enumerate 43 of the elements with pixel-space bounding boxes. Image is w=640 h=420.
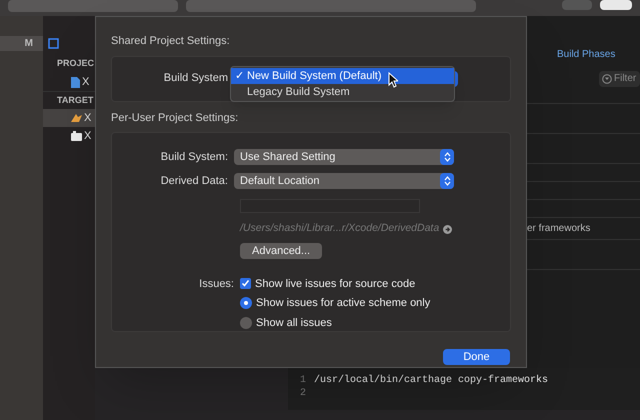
chevrons-icon xyxy=(440,149,454,166)
phase-row-text: er frameworks xyxy=(527,222,590,236)
line-number: 1 xyxy=(298,374,307,388)
menu-item[interactable]: Legacy Build System xyxy=(231,84,454,100)
status-letter: M xyxy=(24,37,33,51)
navigator-item[interactable]: X xyxy=(43,73,95,91)
section-heading: Shared Project Settings: xyxy=(111,34,231,49)
filter-field[interactable]: Filter xyxy=(599,70,640,86)
arrow-circle-icon[interactable] xyxy=(443,224,452,234)
field-label: Build System: xyxy=(160,151,228,163)
field-label: Issues: xyxy=(199,278,234,290)
toolbar-button[interactable] xyxy=(600,0,632,10)
option-label: Show issues for active scheme only xyxy=(256,296,430,311)
line-number: 2 xyxy=(298,387,307,401)
popup-button[interactable]: Use Shared Setting xyxy=(234,149,454,166)
tool-icon xyxy=(71,113,82,123)
option-label: Show all issues xyxy=(256,316,332,330)
section-header: PROJEC xyxy=(57,57,94,70)
cursor-icon xyxy=(388,72,398,88)
popup-button[interactable]: Default Location xyxy=(234,172,454,189)
box-icon xyxy=(71,131,82,141)
panel-icon[interactable] xyxy=(48,38,59,49)
navigator-item[interactable]: X xyxy=(43,127,95,145)
field-label: Derived Data: xyxy=(160,174,228,186)
navigator-item[interactable]: X xyxy=(43,109,95,127)
advanced-button[interactable]: Advanced... xyxy=(240,243,322,259)
chevrons-icon xyxy=(440,172,454,189)
code-line: /usr/local/bin/carthage copy-frameworks xyxy=(314,374,548,388)
done-button[interactable]: Done xyxy=(443,349,510,365)
checkbox[interactable] xyxy=(240,278,251,290)
menu-item[interactable]: ✓ New Build System (Default) xyxy=(231,68,454,84)
document-icon xyxy=(71,76,80,88)
build-phases-tab[interactable]: Build Phases xyxy=(557,49,616,60)
section-header: TARGET xyxy=(57,94,94,107)
radio-button[interactable] xyxy=(240,316,252,329)
sidebar-row[interactable]: M xyxy=(0,36,43,51)
code-editor[interactable]: 1 /usr/local/bin/carthage copy-frameworks 2 xyxy=(288,368,640,410)
section-heading: Per-User Project Settings: xyxy=(111,110,240,126)
field-label: Build System xyxy=(164,72,228,84)
option-label: Show live issues for source code xyxy=(255,276,416,292)
check-mark: ✓ xyxy=(235,70,244,82)
radio-button[interactable] xyxy=(240,297,252,310)
derived-data-path: /Users/shashi/Librar...r/Xcode/DerivedData xyxy=(240,221,440,236)
